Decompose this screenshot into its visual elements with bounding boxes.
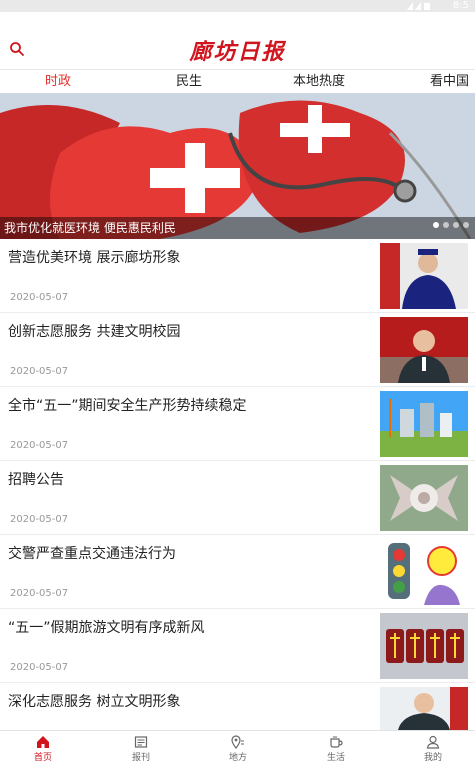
news-item[interactable]: 全市“五一”期间安全生产形势持续稳定 2020-05-07 [0, 387, 475, 461]
tab-livelihood[interactable]: 民生 [176, 73, 202, 91]
news-title: 营造优美环境 展示廊坊形象 [8, 250, 181, 266]
news-date: 2020-05-07 [10, 588, 69, 599]
carousel-dots [429, 213, 469, 232]
newspaper-icon [134, 736, 148, 748]
user-icon [426, 735, 440, 749]
news-thumbnail [380, 465, 468, 531]
status-time: 8:5 [452, 0, 469, 11]
nav-profile[interactable]: 我的 [403, 735, 463, 764]
news-thumbnail [380, 317, 468, 383]
bottom-nav: 首页 报刊 地方 生活 我的 [0, 730, 475, 768]
nav-label: 生活 [326, 753, 345, 763]
carousel-dot[interactable] [453, 222, 459, 228]
news-item[interactable]: 营造优美环境 展示廊坊形象 2020-05-07 [0, 239, 475, 313]
news-thumbnail [380, 613, 468, 679]
news-item[interactable]: 招聘公告 2020-05-07 [0, 461, 475, 535]
news-title: 创新志愿服务 共建文明校园 [8, 324, 181, 340]
news-thumbnail [380, 243, 468, 309]
news-title: 招聘公告 [8, 472, 64, 488]
news-thumbnail [380, 391, 468, 457]
tab-politics[interactable]: 时政 [45, 73, 71, 91]
news-item[interactable]: “五一”假期旅游文明有序成新风 2020-05-07 [0, 609, 475, 683]
nav-label: 首页 [33, 753, 52, 763]
news-title: “五一”假期旅游文明有序成新风 [8, 620, 205, 636]
news-date: 2020-05-07 [10, 514, 69, 525]
carousel-dot[interactable] [463, 222, 469, 228]
nav-life[interactable]: 生活 [306, 735, 366, 764]
news-title: 深化志愿服务 树立文明形象 [8, 694, 181, 710]
news-date: 2020-05-07 [10, 366, 69, 377]
signal-battery-icon [407, 2, 430, 10]
nav-label: 我的 [423, 753, 442, 763]
news-thumbnail [380, 539, 468, 605]
tab-local-hot[interactable]: 本地热度 [293, 73, 345, 91]
location-icon [231, 735, 244, 749]
news-title: 全市“五一”期间安全生产形势持续稳定 [8, 398, 247, 414]
home-icon [37, 736, 49, 748]
carousel-dot[interactable] [443, 222, 449, 228]
carousel-dot[interactable] [433, 222, 439, 228]
nav-newspaper[interactable]: 报刊 [111, 735, 171, 764]
status-bar: 8:5 [0, 0, 475, 12]
nav-label: 报刊 [131, 753, 150, 763]
nav-label: 地方 [228, 753, 247, 763]
news-date: 2020-05-07 [10, 440, 69, 451]
nav-home[interactable]: 首页 [13, 735, 73, 764]
news-item[interactable]: 交警严查重点交通违法行为 2020-05-07 [0, 535, 475, 609]
nav-local[interactable]: 地方 [208, 735, 268, 764]
news-item[interactable]: 深化志愿服务 树立文明形象 [0, 683, 475, 730]
news-item[interactable]: 创新志愿服务 共建文明校园 2020-05-07 [0, 313, 475, 387]
coffee-cup-icon [330, 736, 343, 748]
news-thumbnail [380, 687, 468, 730]
news-title: 交警严查重点交通违法行为 [8, 546, 176, 562]
app-header: 廊坊日报 [0, 12, 475, 69]
news-date: 2020-05-07 [10, 292, 69, 303]
banner-carousel[interactable]: 我市优化就医环境 便民惠民利民 [0, 93, 475, 239]
app-logo: 廊坊日报 [189, 39, 286, 65]
news-date: 2020-05-07 [10, 662, 69, 673]
category-tabs: 时政 民生 本地热度 看中国 [0, 69, 475, 93]
tab-china[interactable]: 看中国 [430, 73, 469, 91]
banner-caption: 我市优化就医环境 便民惠民利民 [4, 221, 176, 235]
